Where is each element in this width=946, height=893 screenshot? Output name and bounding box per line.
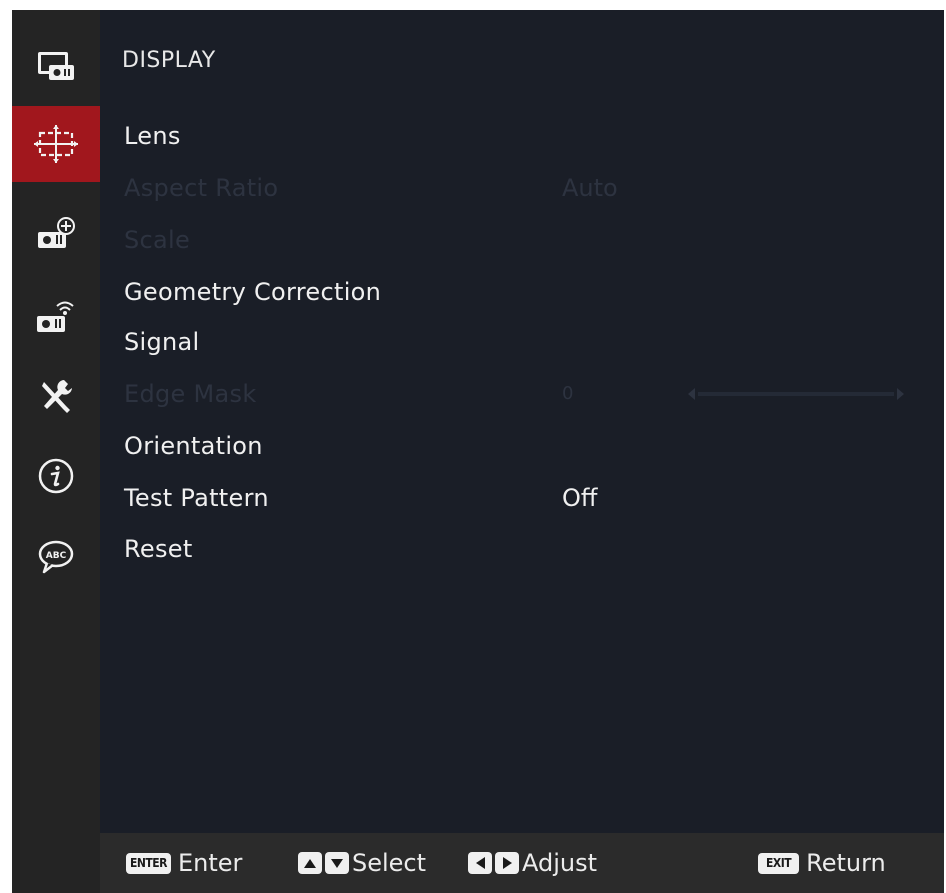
hint-return: EXIT Return xyxy=(758,833,886,893)
menu-item-lens[interactable]: Lens xyxy=(122,116,922,156)
menu-item-label: Edge Mask xyxy=(124,380,257,408)
svg-text:ABC: ABC xyxy=(46,551,67,561)
sidebar-item-network[interactable] xyxy=(12,278,100,354)
menu-item-label: Reset xyxy=(124,535,193,563)
menu-item-label: Geometry Correction xyxy=(124,278,382,306)
sidebar-item-information[interactable] xyxy=(12,438,100,514)
hint-adjust: Adjust xyxy=(468,833,597,893)
menu-item-label: Scale xyxy=(124,226,191,254)
left-arrow-key-icon xyxy=(468,852,492,874)
menu-item-orientation[interactable]: Orientation xyxy=(122,426,922,466)
display-geometry-icon xyxy=(34,125,78,163)
hint-select: Select xyxy=(298,833,426,893)
sidebar-item-display[interactable] xyxy=(12,106,100,182)
hint-return-label: Return xyxy=(806,849,886,877)
category-sidebar: ABC xyxy=(12,10,100,893)
tools-icon xyxy=(42,380,72,413)
menu-item-value: Off xyxy=(562,484,598,512)
exit-key-icon: EXIT xyxy=(758,852,800,874)
hint-enter-label: Enter xyxy=(177,849,243,877)
language-abc-icon: ABC xyxy=(38,540,74,574)
sidebar-item-picture[interactable] xyxy=(12,28,100,104)
hint-enter: ENTER Enter xyxy=(126,833,242,893)
slider-track xyxy=(698,392,894,396)
picture-settings-icon xyxy=(38,52,74,80)
sidebar-item-setup[interactable] xyxy=(12,196,100,272)
page-title: DISPLAY xyxy=(122,48,216,73)
menu-item-signal[interactable]: Signal xyxy=(122,322,922,362)
right-arrow-key-icon xyxy=(495,852,519,874)
projector-add-icon xyxy=(38,217,75,248)
menu-item-label: Aspect Ratio xyxy=(124,174,279,202)
edge-mask-slider xyxy=(688,388,904,400)
sidebar-item-language[interactable]: ABC xyxy=(12,518,100,594)
menu-item-geometry-correction[interactable]: Geometry Correction xyxy=(122,272,922,312)
sidebar-item-system[interactable] xyxy=(12,358,100,434)
menu-item-aspect-ratio: Aspect Ratio Auto xyxy=(122,168,922,208)
menu-item-value: Auto xyxy=(562,174,618,202)
osd-menu: ABC DISPLAY Lens Aspect Ratio Auto Scale… xyxy=(12,10,944,893)
up-arrow-key-icon xyxy=(298,852,322,874)
enter-key-icon: ENTER xyxy=(126,852,171,874)
menu-item-test-pattern[interactable]: Test Pattern Off xyxy=(122,478,922,518)
menu-item-reset[interactable]: Reset xyxy=(122,529,922,569)
info-icon xyxy=(38,458,74,494)
slider-increase-arrow xyxy=(897,388,904,400)
down-arrow-key-icon xyxy=(325,852,349,874)
projector-network-icon xyxy=(37,301,74,332)
menu-item-label: Test Pattern xyxy=(124,484,269,512)
slider-decrease-arrow xyxy=(688,388,695,400)
menu-item-edge-mask: Edge Mask 0 xyxy=(122,374,922,414)
menu-item-value: 0 xyxy=(562,383,574,404)
menu-item-label: Lens xyxy=(124,122,181,150)
key-hint-bar: ENTER Enter Select Adjust EXIT Return xyxy=(100,833,944,893)
hint-adjust-label: Adjust xyxy=(522,849,598,877)
menu-panel: DISPLAY Lens Aspect Ratio Auto Scale Geo… xyxy=(100,10,944,893)
menu-item-scale: Scale xyxy=(122,220,922,260)
hint-select-label: Select xyxy=(352,849,427,877)
menu-item-label: Orientation xyxy=(124,432,263,460)
menu-item-label: Signal xyxy=(124,328,200,356)
